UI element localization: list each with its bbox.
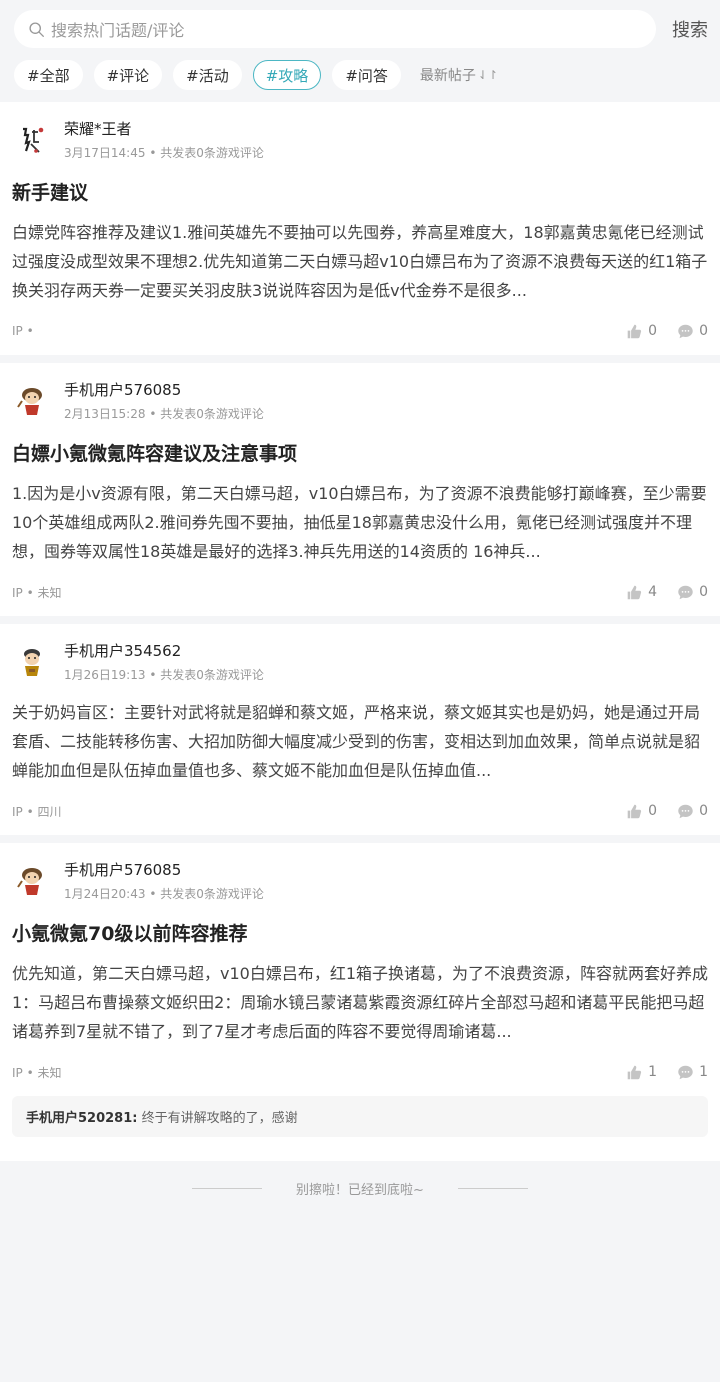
comment-button[interactable]: 0 [677, 584, 708, 601]
comment-bubble-icon [678, 324, 693, 338]
tab-reviews[interactable]: #评论 [93, 60, 163, 90]
post-time: 3月17日14:45 [64, 146, 146, 160]
comment-count: 0 [699, 803, 708, 819]
post-meta: 手机用户576085 1月24日20:43 • 共发表0条游戏评论 [64, 859, 264, 902]
like-count: 0 [648, 323, 658, 339]
post-body[interactable]: 白嫖党阵容推荐及建议1.雅间英雄先不要抽可以先囤券，养高星难度大，18郭嘉黄忠氪… [12, 218, 708, 305]
like-button[interactable]: 0 [626, 323, 657, 340]
end-text: 别擦啦！已经到底啦~ [296, 1183, 424, 1198]
ip-location: IP • 未知 [12, 585, 62, 600]
username[interactable]: 荣耀*王者 [64, 118, 264, 140]
thumbs-up-icon [627, 1065, 642, 1079]
comment-button[interactable]: 1 [677, 1064, 708, 1081]
comment-button[interactable]: 0 [677, 323, 708, 340]
post-card[interactable]: 荣耀*王者 3月17日14:45 • 共发表0条游戏评论 新手建议 白嫖党阵容推… [0, 102, 720, 355]
post-footer: IP • 未知 4 0 [12, 582, 708, 602]
post-header: 手机用户576085 1月24日20:43 • 共发表0条游戏评论 [12, 859, 708, 909]
comment-button[interactable]: 0 [677, 803, 708, 820]
review-count: 共发表0条游戏评论 [160, 887, 264, 901]
comment-preview[interactable]: 手机用户520281: 终于有讲解攻略的了，感谢 [12, 1096, 708, 1137]
divider-line [192, 1188, 263, 1189]
thumbs-up-icon [627, 804, 642, 818]
post-footer: IP • 四川 0 0 [12, 801, 708, 821]
sort-dropdown[interactable]: 最新帖子 ⇃↾ [420, 65, 498, 85]
like-button[interactable]: 4 [626, 584, 657, 601]
post-subinfo: 2月13日15:28 • 共发表0条游戏评论 [64, 405, 264, 422]
username[interactable]: 手机用户576085 [64, 859, 264, 881]
post-footer: IP • 0 0 [12, 321, 708, 341]
post-header: 荣耀*王者 3月17日14:45 • 共发表0条游戏评论 [12, 118, 708, 168]
search-placeholder: 搜索热门话题/评论 [51, 21, 185, 40]
separator: • [149, 407, 157, 421]
tab-qa[interactable]: #问答 [332, 60, 401, 90]
ip-location: IP • [12, 324, 34, 338]
post-header: 手机用户576085 2月13日15:28 • 共发表0条游戏评论 [12, 379, 708, 429]
search-icon [29, 21, 44, 37]
post-subinfo: 1月24日20:43 • 共发表0条游戏评论 [64, 885, 264, 902]
post-subinfo: 3月17日14:45 • 共发表0条游戏评论 [64, 144, 264, 161]
post-meta: 手机用户354562 1月26日19:13 • 共发表0条游戏评论 [64, 640, 264, 683]
tab-events[interactable]: #活动 [173, 60, 242, 90]
post-title[interactable]: 小氪微氪70级以前阵容推荐 [12, 921, 708, 947]
avatar[interactable] [12, 861, 52, 901]
search-row: 搜索热门话题/评论 搜索 [14, 10, 708, 48]
comment-count: 0 [699, 323, 708, 339]
separator: • [149, 146, 157, 160]
post-meta: 手机用户576085 2月13日15:28 • 共发表0条游戏评论 [64, 379, 264, 422]
search-input[interactable]: 搜索热门话题/评论 [14, 10, 656, 48]
review-count: 共发表0条游戏评论 [160, 407, 264, 421]
review-count: 共发表0条游戏评论 [160, 668, 264, 682]
post-title[interactable]: 新手建议 [12, 180, 708, 206]
separator: • [149, 668, 157, 682]
post-subinfo: 1月26日19:13 • 共发表0条游戏评论 [64, 666, 264, 683]
like-count: 0 [648, 803, 658, 819]
comment-text: 终于有讲解攻略的了，感谢 [141, 1111, 298, 1126]
post-title[interactable]: 白嫖小氪微氪阵容建议及注意事项 [12, 441, 708, 467]
post-card[interactable]: 手机用户354562 1月26日19:13 • 共发表0条游戏评论 关于奶妈盲区… [0, 624, 720, 835]
ip-location: IP • 未知 [12, 1065, 62, 1080]
comment-bubble-icon [678, 804, 693, 818]
topic-tabs: #全部 #评论 #活动 #攻略 #问答 最新帖子 ⇃↾ [14, 59, 708, 91]
end-of-list: 别擦啦！已经到底啦~ [0, 1179, 720, 1198]
post-meta: 荣耀*王者 3月17日14:45 • 共发表0条游戏评论 [64, 118, 264, 161]
comment-bubble-icon [678, 1065, 693, 1079]
like-button[interactable]: 0 [626, 803, 657, 820]
post-card[interactable]: 手机用户576085 1月24日20:43 • 共发表0条游戏评论 小氪微氪70… [0, 843, 720, 1161]
like-button[interactable]: 1 [626, 1064, 657, 1081]
tab-guides[interactable]: #攻略 [252, 60, 322, 90]
username[interactable]: 手机用户576085 [64, 379, 264, 401]
thumbs-up-icon [627, 324, 642, 338]
ip-location: IP • 四川 [12, 804, 62, 819]
post-time: 1月26日19:13 [64, 668, 146, 682]
thumbs-up-icon [627, 585, 642, 599]
like-count: 4 [648, 584, 658, 600]
tab-all[interactable]: #全部 [14, 60, 83, 90]
comment-bubble-icon [678, 585, 693, 599]
avatar[interactable] [12, 120, 52, 160]
post-time: 2月13日15:28 [64, 407, 146, 421]
divider-line [457, 1188, 528, 1189]
username[interactable]: 手机用户354562 [64, 640, 264, 662]
comment-count: 1 [699, 1064, 708, 1080]
post-body[interactable]: 1.因为是小v资源有限，第二天白嫖马超，v10白嫖吕布，为了资源不浪费能够打巅峰… [12, 479, 708, 566]
avatar[interactable] [12, 642, 52, 682]
post-body[interactable]: 关于奶妈盲区：主要针对武将就是貂蝉和蔡文姬，严格来说，蔡文姬其实也是奶妈，她是通… [12, 698, 708, 785]
search-button[interactable]: 搜索 [672, 16, 708, 42]
post-footer: IP • 未知 1 1 [12, 1062, 708, 1082]
comment-count: 0 [699, 584, 708, 600]
avatar[interactable] [12, 381, 52, 421]
sort-arrows-icon: ⇃↾ [477, 68, 498, 82]
sort-label: 最新帖子 [419, 68, 476, 84]
post-time: 1月24日20:43 [64, 887, 146, 901]
post-body[interactable]: 优先知道，第二天白嫖马超，v10白嫖吕布，红1箱子换诸葛，为了不浪费资源，阵容就… [12, 959, 708, 1046]
post-header: 手机用户354562 1月26日19:13 • 共发表0条游戏评论 [12, 640, 708, 690]
top-bar: 搜索热门话题/评论 搜索 #全部 #评论 #活动 #攻略 #问答 最新帖子 ⇃↾ [0, 0, 720, 102]
like-count: 1 [648, 1064, 658, 1080]
separator: • [149, 887, 157, 901]
comment-username[interactable]: 手机用户520281: [26, 1111, 137, 1126]
post-card[interactable]: 手机用户576085 2月13日15:28 • 共发表0条游戏评论 白嫖小氪微氪… [0, 363, 720, 616]
review-count: 共发表0条游戏评论 [160, 146, 264, 160]
